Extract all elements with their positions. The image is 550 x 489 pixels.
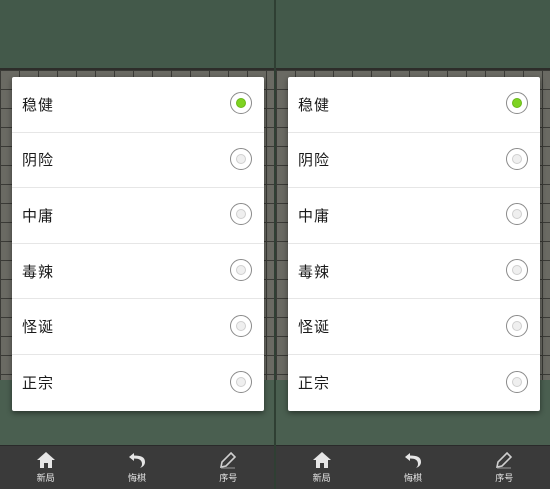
option-row[interactable]: 正宗 — [12, 355, 264, 411]
radio-button[interactable] — [230, 314, 252, 337]
option-row[interactable]: 阴险 — [288, 133, 540, 189]
option-label: 毒辣 — [22, 262, 55, 281]
radio-button[interactable] — [230, 370, 252, 393]
option-row[interactable]: 稳健 — [12, 77, 264, 133]
option-label: 正宗 — [22, 374, 55, 393]
radio-button[interactable] — [506, 259, 528, 282]
option-row[interactable]: 稳健 — [288, 77, 540, 133]
home-icon — [312, 452, 331, 468]
radio-button[interactable] — [506, 370, 528, 393]
style-selection-dialog: 稳健 阴险 中庸 毒辣 怪诞 正宗 — [288, 77, 540, 411]
option-label: 阴险 — [22, 151, 55, 170]
option-row[interactable]: 正宗 — [288, 355, 540, 411]
radio-button[interactable] — [506, 314, 528, 337]
undo-arrow-icon — [404, 453, 421, 468]
radio-button[interactable] — [506, 92, 528, 115]
radio-button[interactable] — [230, 92, 252, 115]
option-row[interactable]: 毒辣 — [288, 244, 540, 300]
style-selection-dialog: 稳健 阴险 中庸 毒辣 怪诞 正宗 — [12, 77, 264, 411]
new-game-label: 新局 — [36, 474, 55, 484]
option-label: 中庸 — [298, 206, 331, 225]
option-label: 稳健 — [298, 95, 331, 114]
option-label: 怪诞 — [22, 318, 55, 337]
undo-button[interactable]: 悔棋 — [383, 448, 443, 488]
radio-button[interactable] — [230, 147, 252, 170]
bottom-toolbar: 新局 悔棋 序号 — [276, 445, 550, 489]
right-screen: 稳健 阴险 中庸 毒辣 怪诞 正宗 新局 悔棋 序号 — [276, 0, 550, 489]
option-row[interactable]: 中庸 — [288, 188, 540, 244]
radio-button[interactable] — [230, 203, 252, 226]
option-label: 稳健 — [22, 95, 55, 114]
radio-button[interactable] — [506, 147, 528, 170]
undo-label: 悔棋 — [127, 474, 146, 484]
option-row[interactable]: 中庸 — [12, 188, 264, 244]
new-game-label: 新局 — [312, 474, 331, 484]
option-label: 中庸 — [22, 206, 55, 225]
option-label: 怪诞 — [298, 318, 331, 337]
undo-arrow-icon — [128, 453, 145, 468]
left-screen: 稳健 阴险 中庸 毒辣 怪诞 正宗 新局 悔棋 序号 — [0, 0, 274, 489]
sequence-button[interactable]: 序号 — [474, 448, 534, 488]
radio-button[interactable] — [230, 259, 252, 282]
sequence-label: 序号 — [495, 474, 514, 484]
option-row[interactable]: 毒辣 — [12, 244, 264, 300]
pencil-icon — [220, 451, 237, 469]
option-label: 阴险 — [298, 151, 331, 170]
sequence-label: 序号 — [219, 474, 238, 484]
option-row[interactable]: 怪诞 — [288, 299, 540, 355]
radio-button[interactable] — [506, 203, 528, 226]
new-game-button[interactable]: 新局 — [292, 448, 352, 488]
option-label: 毒辣 — [298, 262, 331, 281]
bottom-toolbar: 新局 悔棋 序号 — [0, 445, 274, 489]
undo-label: 悔棋 — [403, 474, 422, 484]
option-row[interactable]: 阴险 — [12, 133, 264, 189]
sequence-button[interactable]: 序号 — [198, 448, 258, 488]
undo-button[interactable]: 悔棋 — [107, 448, 167, 488]
option-label: 正宗 — [298, 374, 331, 393]
home-icon — [36, 452, 55, 468]
new-game-button[interactable]: 新局 — [16, 448, 76, 488]
pencil-icon — [496, 451, 513, 469]
option-row[interactable]: 怪诞 — [12, 299, 264, 355]
